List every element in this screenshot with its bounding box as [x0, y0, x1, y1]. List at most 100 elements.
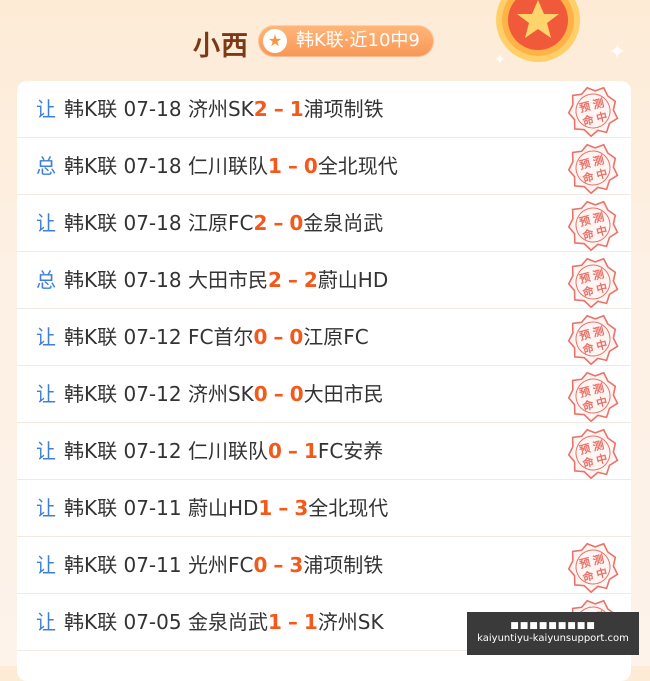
bet-type: 让: [36, 325, 56, 349]
match-text: 总韩K联 07-18 大田市民2–2蔚山HD: [36, 252, 388, 308]
list-item[interactable]: 让韩K联 07-18 江原FC2–0金泉尚武 预测命中: [17, 195, 631, 252]
away-score: 1: [289, 97, 304, 121]
watermark: ■■■■■■■■■ kaiyuntiyu-kaiyunsupport.com: [467, 612, 639, 655]
bet-type: 让: [36, 553, 56, 577]
match-date: 07-18: [123, 211, 182, 235]
league-name: 韩K联: [64, 382, 118, 406]
match-date: 07-12: [123, 382, 182, 406]
match-text: 让韩K联 07-18 江原FC2–0金泉尚武: [36, 195, 383, 251]
score-separator: –: [273, 211, 284, 235]
league-name: 韩K联: [64, 325, 118, 349]
score-separator: –: [287, 610, 298, 634]
score-separator: –: [273, 325, 284, 349]
away-team: 蔚山HD: [317, 268, 389, 292]
list-item[interactable]: 让韩K联 07-12 仁川联队0–1FC安养 预测命中: [17, 423, 631, 480]
league-name: 韩K联: [64, 211, 118, 235]
home-score: 1: [267, 154, 282, 178]
bet-type: 让: [36, 211, 56, 235]
away-score: 0: [303, 154, 318, 178]
home-score: 2: [267, 268, 282, 292]
home-team: 济州SK: [187, 382, 254, 406]
page-title: 小西: [193, 31, 249, 62]
league-name: 韩K联: [64, 496, 118, 520]
hit-stamp: 预测命中: [567, 542, 619, 593]
hit-stamp: 预测命中: [567, 314, 619, 365]
list-item[interactable]: 让韩K联 07-12 济州SK0–0大田市民预测命中: [17, 366, 631, 423]
home-team: 仁川联队: [187, 439, 268, 463]
home-team: 大田市民: [187, 268, 268, 292]
home-score: 1: [258, 496, 273, 520]
score-separator: –: [287, 268, 298, 292]
prediction-list: 让韩K联 07-18 济州SK2–1浦项制铁预测命中总韩K联 07-18 仁川联…: [17, 81, 631, 681]
list-item[interactable]: 让韩K联 07-18 济州SK2–1浦项制铁 预测命中: [17, 81, 631, 138]
home-score: 0: [253, 382, 268, 406]
bet-type: 总: [36, 154, 56, 178]
match-text: 让韩K联 07-12 仁川联队0–1FC安养: [36, 423, 383, 479]
home-team: 光州FC: [187, 553, 254, 577]
score-separator: –: [287, 154, 298, 178]
watermark-title: ■■■■■■■■■: [510, 621, 596, 631]
match-date: 07-18: [123, 268, 182, 292]
away-team: 全北现代: [317, 154, 398, 178]
away-team: 浦项制铁: [303, 553, 384, 577]
away-team: 金泉尚武: [303, 211, 384, 235]
match-date: 07-11: [123, 553, 182, 577]
home-score: 2: [253, 211, 268, 235]
away-score: 3: [289, 553, 304, 577]
match-date: 07-12: [123, 325, 182, 349]
match-date: 07-05: [123, 610, 182, 634]
away-team: 大田市民: [303, 382, 384, 406]
list-item[interactable]: 总韩K联 07-18 大田市民2–2蔚山HD 预测命中: [17, 252, 631, 309]
away-score: 0: [289, 325, 304, 349]
match-text: 让韩K联 07-12 FC首尔0–0江原FC: [36, 309, 369, 365]
home-score: 0: [253, 553, 268, 577]
list-item[interactable]: 让韩K联 07-11 光州FC0–3浦项制铁 预测命中: [17, 537, 631, 594]
home-score: 1: [267, 610, 282, 634]
home-team: 金泉尚武: [187, 610, 268, 634]
home-team: 济州SK: [187, 97, 254, 121]
star-icon: ★: [263, 29, 287, 53]
record-badge-label: 韩K联·近10中9: [296, 30, 420, 51]
list-item[interactable]: 让韩K联 07-11 蔚山HD1–3全北现代: [17, 480, 631, 537]
bet-type: 让: [36, 610, 56, 634]
bet-type: 让: [36, 97, 56, 121]
league-name: 韩K联: [64, 610, 118, 634]
away-score: 0: [289, 211, 304, 235]
record-badge: ★ 韩K联·近10中9: [258, 25, 434, 57]
bet-type: 让: [36, 439, 56, 463]
bet-type: 让: [36, 382, 56, 406]
away-team: 浦项制铁: [303, 97, 384, 121]
away-team: FC安养: [317, 439, 384, 463]
away-score: 0: [289, 382, 304, 406]
list-item[interactable]: 总韩K联 07-18 仁川联队1–0全北现代 预测命中: [17, 138, 631, 195]
away-team: 济州SK: [317, 610, 384, 634]
match-text: 让韩K联 07-11 光州FC0–3浦项制铁: [36, 537, 383, 593]
match-text: 让韩K联 07-05 金泉尚武1–1济州SK: [36, 594, 384, 650]
league-name: 韩K联: [64, 97, 118, 121]
score-separator: –: [273, 553, 284, 577]
away-score: 1: [303, 439, 318, 463]
away-score: 3: [294, 496, 309, 520]
match-text: 让韩K联 07-18 济州SK2–1浦项制铁: [36, 81, 384, 137]
match-date: 07-11: [123, 496, 182, 520]
hit-stamp: 预测命中: [567, 86, 619, 137]
score-separator: –: [273, 382, 284, 406]
league-name: 韩K联: [64, 439, 118, 463]
hit-stamp: 预测命中: [567, 371, 619, 422]
match-text: 总韩K联 07-18 仁川联队1–0全北现代: [36, 138, 398, 194]
match-text: 让韩K联 07-11 蔚山HD1–3全北现代: [36, 480, 388, 536]
away-score: 2: [303, 268, 318, 292]
home-team: FC首尔: [187, 325, 254, 349]
home-team: 仁川联队: [187, 154, 268, 178]
list-item[interactable]: 让韩K联 07-12 FC首尔0–0江原FC 预测命中: [17, 309, 631, 366]
bet-type: 让: [36, 496, 56, 520]
score-separator: –: [278, 496, 289, 520]
away-team: 全北现代: [308, 496, 389, 520]
home-score: 0: [267, 439, 282, 463]
match-date: 07-18: [123, 154, 182, 178]
away-team: 江原FC: [303, 325, 369, 349]
sparkle-icon: ✦: [608, 40, 627, 65]
home-team: 江原FC: [187, 211, 254, 235]
header: 小西 ★ 韩K联·近10中9 ✦ ✦: [0, 0, 650, 82]
sparkle-icon: ✦: [494, 52, 506, 68]
